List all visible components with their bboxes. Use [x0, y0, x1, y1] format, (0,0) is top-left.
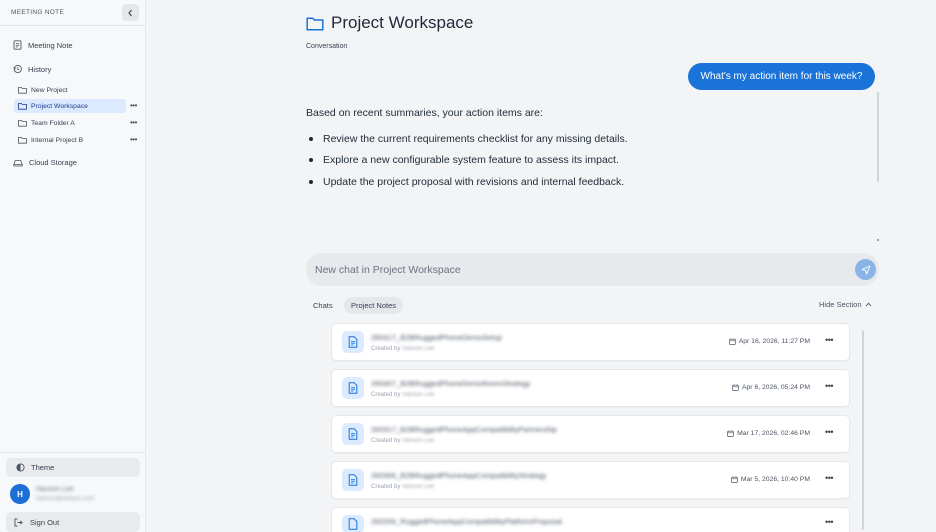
- note-card[interactable]: 260407_B2BRuggedPhoneDemoRoomStrategy Cr…: [331, 369, 850, 407]
- file-icon: [342, 515, 364, 532]
- sidebar-item-meeting-note[interactable]: Meeting Note: [13, 40, 73, 50]
- note-title: 260407_B2BRuggedPhoneDemoRoomStrategy: [371, 379, 531, 388]
- note-card[interactable]: 260306_B2BRuggedPhoneAppCompatibilityStr…: [331, 461, 850, 499]
- folder-icon: [306, 16, 324, 31]
- user-name: Hanson Lee: [36, 486, 74, 493]
- project-label: Project Workspace: [31, 102, 88, 110]
- tab-chats[interactable]: Chats: [306, 297, 340, 314]
- note-date: Mar 5, 2026, 10:40 PM: [731, 476, 810, 483]
- conversation-label: Conversation: [306, 43, 348, 50]
- sidebar-project-team-folder-a[interactable]: Team Folder A: [14, 116, 126, 130]
- note-title: 260317_B2BRuggedPhoneAppCompatibilityPar…: [371, 425, 557, 434]
- file-icon: [342, 377, 364, 399]
- sign-out-label: Sign Out: [30, 517, 60, 527]
- sidebar-project-project-workspace[interactable]: Project Workspace: [14, 99, 126, 113]
- theme-label: Theme: [31, 463, 55, 472]
- folder-icon: [18, 87, 27, 94]
- more-options-icon[interactable]: •••: [130, 118, 137, 127]
- folder-icon: [18, 120, 27, 127]
- sidebar-header: MEETING NOTE: [0, 0, 146, 26]
- more-options-icon[interactable]: •••: [825, 381, 833, 391]
- file-icon: [342, 331, 364, 353]
- file-icon: [342, 469, 364, 491]
- cloud-storage-icon: [13, 159, 23, 166]
- folder-icon: [18, 137, 27, 144]
- user-message-bubble: What's my action item for this week?: [688, 63, 875, 90]
- avatar: H: [10, 484, 30, 504]
- tab-project-notes[interactable]: Project Notes: [344, 297, 404, 314]
- note-date: Apr 16, 2026, 11:27 PM: [728, 338, 810, 345]
- app-title: MEETING NOTE: [11, 9, 65, 16]
- chevron-up-icon: [865, 302, 871, 307]
- scrollbar-end: [877, 239, 879, 241]
- history-icon: [13, 64, 22, 74]
- sidebar-item-cloud-storage[interactable]: Cloud Storage: [13, 158, 77, 167]
- user-email: hanson@hexaco.com: [36, 496, 95, 502]
- send-button[interactable]: [855, 259, 876, 280]
- hide-section-label: Hide Section: [819, 300, 862, 309]
- more-options-icon[interactable]: •••: [825, 473, 833, 483]
- note-author: Created by Hanson Lee: [371, 484, 435, 490]
- project-label: New Project: [31, 86, 68, 94]
- folder-icon: [18, 103, 27, 110]
- calendar-icon: [728, 338, 736, 345]
- note-card[interactable]: 260317_B2BRuggedPhoneAppCompatibilityPar…: [331, 415, 850, 453]
- note-card[interactable]: 260206_RuggedPhoneAppCompatibilityPlatfo…: [331, 507, 850, 532]
- more-options-icon[interactable]: •••: [130, 101, 137, 110]
- calendar-icon: [731, 476, 738, 483]
- note-title: 260417_B2BRuggedPhoneDemoSetup: [371, 333, 502, 342]
- sign-out-icon: [14, 518, 23, 526]
- page-title-text: Project Workspace: [331, 13, 474, 32]
- calendar-icon: [727, 430, 734, 437]
- file-icon: [342, 423, 364, 445]
- send-icon: [861, 265, 870, 274]
- note-date: Apr 6, 2026, 05:24 PM: [732, 384, 810, 391]
- sidebar-item-label: History: [28, 64, 52, 74]
- chevron-left-icon: [128, 9, 132, 16]
- note-author: Created by Hanson Lee: [371, 392, 435, 398]
- collapse-sidebar-button[interactable]: [122, 4, 139, 21]
- page-title: Project Workspace: [306, 13, 473, 33]
- chat-input[interactable]: [306, 253, 879, 286]
- note-title: 260306_B2BRuggedPhoneAppCompatibilityStr…: [371, 471, 547, 480]
- note-title: 260206_RuggedPhoneAppCompatibilityPlatfo…: [371, 517, 562, 526]
- more-options-icon[interactable]: •••: [130, 135, 137, 144]
- chat-scrollbar[interactable]: [877, 92, 879, 182]
- project-label: Internal Project B: [31, 136, 84, 144]
- action-item: Update the project proposal with revisio…: [309, 176, 624, 188]
- more-options-icon[interactable]: •••: [825, 427, 833, 437]
- assistant-reply-intro: Based on recent summaries, your action i…: [306, 107, 543, 119]
- more-options-icon[interactable]: •••: [825, 517, 833, 527]
- theme-icon: [16, 463, 25, 472]
- more-options-icon[interactable]: •••: [825, 335, 833, 345]
- theme-button[interactable]: Theme: [6, 458, 140, 477]
- sidebar-item-label: Cloud Storage: [29, 158, 77, 167]
- user-profile[interactable]: H Hanson Lee hanson@hexaco.com: [10, 484, 94, 504]
- sidebar-item-history[interactable]: History: [13, 64, 51, 74]
- sidebar: MEETING NOTE Meeting Note History New Pr…: [0, 0, 146, 532]
- project-label: Team Folder A: [31, 119, 75, 127]
- calendar-icon: [732, 384, 739, 391]
- action-item: Explore a new configurable system featur…: [309, 154, 619, 166]
- divider: [0, 452, 146, 453]
- sidebar-project-internal-project-b[interactable]: Internal Project B: [14, 133, 126, 147]
- note-icon: [13, 40, 22, 50]
- action-item: Review the current requirements checklis…: [309, 133, 628, 145]
- sidebar-item-label: Meeting Note: [28, 40, 73, 50]
- sign-out-button[interactable]: Sign Out: [6, 512, 140, 532]
- sidebar-project-new-project[interactable]: New Project: [14, 83, 126, 97]
- hide-section-button[interactable]: Hide Section: [819, 300, 872, 309]
- note-card[interactable]: 260417_B2BRuggedPhoneDemoSetup Created b…: [331, 323, 850, 361]
- note-author: Created by Hanson Lee: [371, 438, 435, 444]
- note-author: Created by Hanson Lee: [371, 346, 435, 352]
- notes-scrollbar[interactable]: [862, 330, 864, 530]
- note-date: Mar 17, 2026, 02:46 PM: [727, 430, 810, 437]
- main-panel: Project Workspace Conversation What's my…: [147, 0, 936, 532]
